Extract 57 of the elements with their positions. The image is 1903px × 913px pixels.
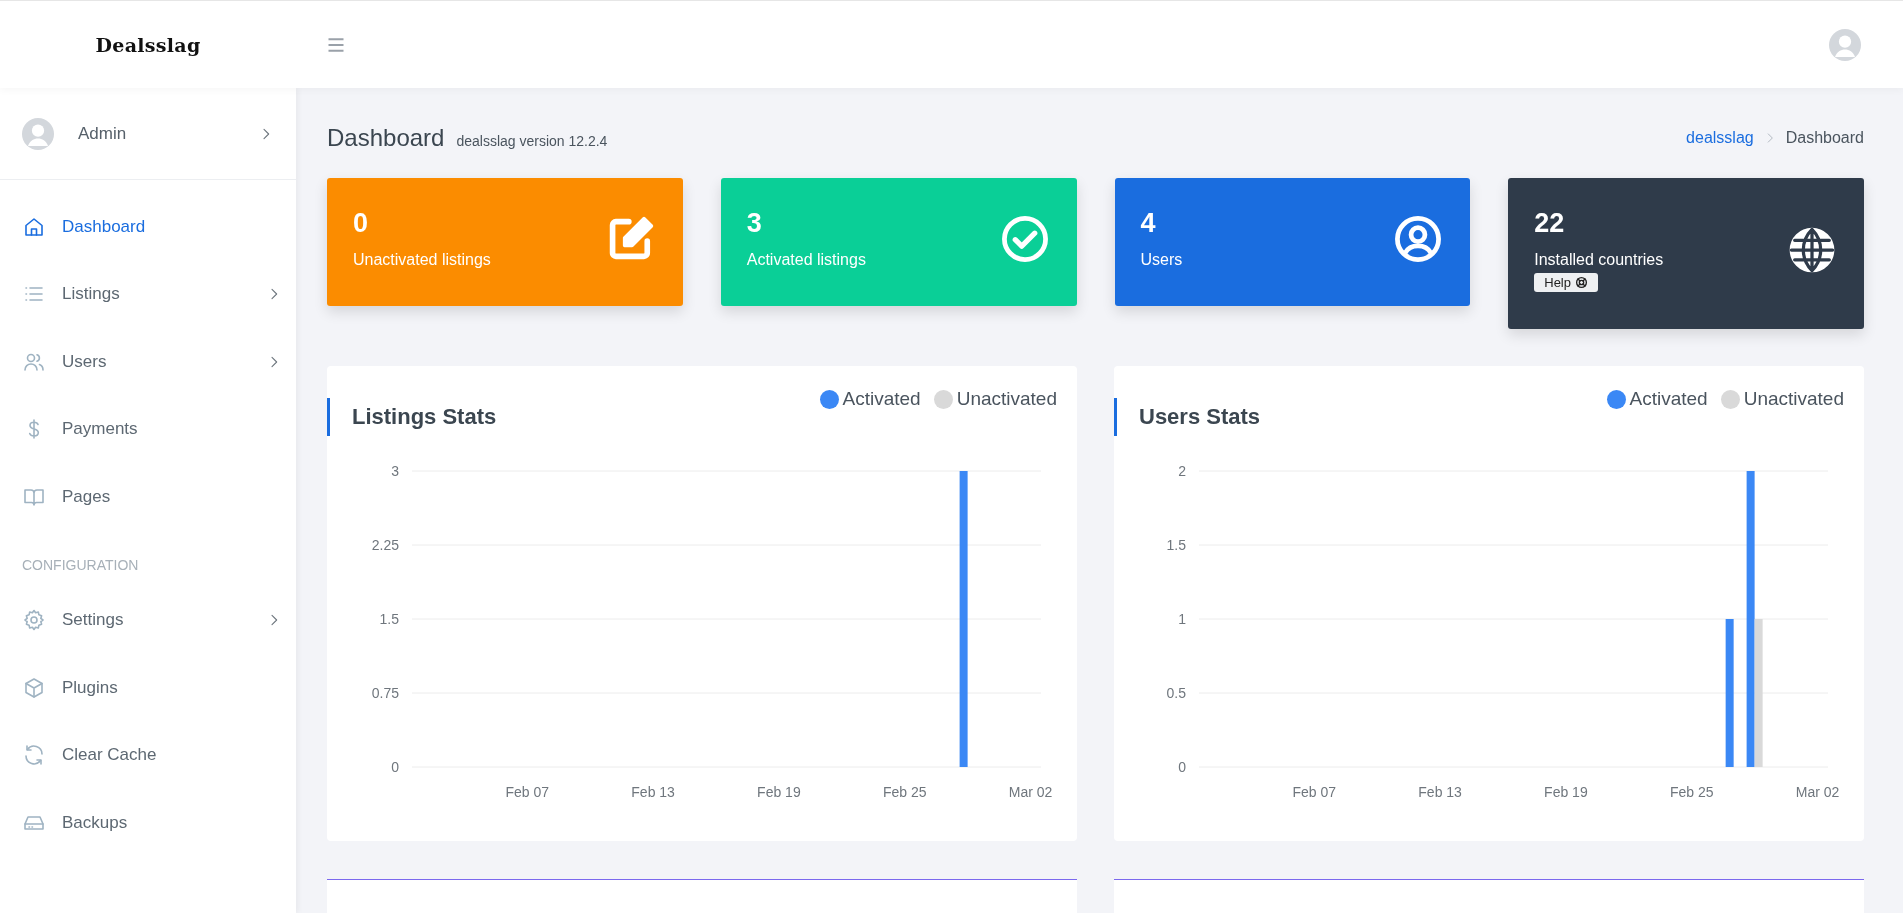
x-tick-label: Mar 02: [1795, 784, 1840, 800]
help-button[interactable]: Help: [1534, 273, 1598, 292]
x-tick-label: Feb 13: [1418, 784, 1462, 800]
logo-text: Dealsslag: [95, 33, 201, 56]
nav-item[interactable]: Clear Cache: [0, 721, 296, 789]
stat-value: 4: [1140, 208, 1157, 239]
stat-label: Activated listings: [746, 251, 866, 269]
x-tick-label: Feb 19: [1544, 784, 1588, 800]
nav-item[interactable]: Pages: [0, 463, 296, 531]
x-tick-label: Feb 25: [882, 784, 927, 800]
section-heading: CONFIGURATION: [21, 555, 140, 575]
nav-item[interactable]: Listings: [0, 260, 296, 328]
x-tick-label: Feb 19: [757, 784, 801, 800]
nav-item[interactable]: Users: [0, 328, 296, 396]
legend-label: Unactivated: [1743, 388, 1844, 410]
stat-value: 3: [746, 208, 763, 239]
lifebuoy-icon: [1575, 276, 1588, 289]
avatar-icon[interactable]: [1829, 28, 1861, 61]
box-icon: [22, 675, 46, 700]
legend-label: Activated: [1629, 388, 1708, 410]
y-tick-label: 2.25: [371, 537, 399, 553]
nav-item[interactable]: Plugins: [0, 654, 296, 722]
x-tick-label: Feb 07: [505, 784, 550, 800]
y-tick-label: 1.5: [379, 611, 399, 627]
nav-item[interactable]: Payments: [0, 395, 296, 463]
breadcrumb-current: Dashboard: [1785, 129, 1864, 147]
y-tick-label: 3: [391, 463, 399, 479]
settings-icon: [22, 608, 46, 633]
version-text: dealsslag version 12.2.4: [456, 133, 608, 149]
nav-item[interactable]: Backups: [0, 789, 296, 857]
y-tick-label: 0.5: [1166, 685, 1186, 701]
stat-value: 0: [353, 208, 370, 239]
refresh-icon: [22, 743, 46, 768]
user-menu[interactable]: Admin: [0, 88, 296, 180]
y-tick-label: 1.5: [1166, 537, 1186, 553]
nav-item[interactable]: Dashboard: [0, 193, 296, 261]
stat-label: Users: [1140, 251, 1183, 269]
avatar-icon: [22, 117, 54, 150]
y-tick-label: 0: [1178, 759, 1186, 775]
x-tick-label: Mar 02: [1008, 784, 1053, 800]
y-tick-label: 0: [391, 759, 399, 775]
nav-item[interactable]: Settings: [0, 586, 296, 654]
breadcrumb-link[interactable]: dealsslag: [1686, 129, 1754, 147]
chart-title: Users Stats: [1114, 398, 1261, 436]
y-tick-label: 0.75: [371, 685, 399, 701]
stat-value: 22: [1534, 208, 1566, 239]
x-tick-label: Feb 13: [631, 784, 675, 800]
stat-label: Installed countries: [1534, 251, 1664, 269]
chart-title: Listings Stats: [327, 398, 497, 436]
stat-label: Unactivated listings: [353, 251, 491, 269]
x-tick-label: Feb 25: [1669, 784, 1714, 800]
y-tick-label: 1: [1178, 611, 1186, 627]
page-title: Dashboard: [327, 124, 445, 152]
legend-label: Activated: [842, 388, 921, 410]
legend-label: Unactivated: [956, 388, 1057, 410]
y-tick-label: 2: [1178, 463, 1186, 479]
x-tick-label: Feb 07: [1292, 784, 1337, 800]
